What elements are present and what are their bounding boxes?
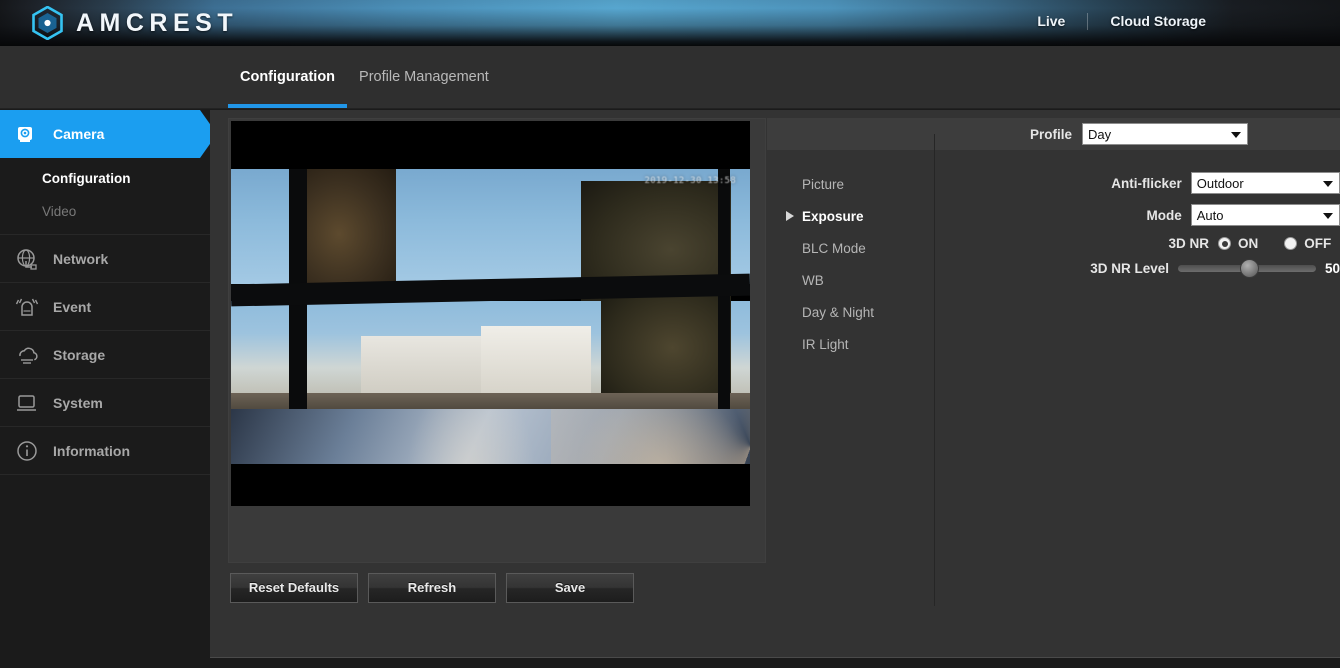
tab-profile-management[interactable]: Profile Management [347, 46, 501, 108]
3d-nr-on-label: ON [1238, 236, 1259, 251]
cloud-storage-link[interactable]: Cloud Storage [1088, 9, 1228, 33]
anti-flicker-value: Outdoor [1196, 175, 1244, 191]
reset-defaults-button[interactable]: Reset Defaults [230, 573, 358, 603]
sidebar-item-storage[interactable]: Storage [0, 331, 210, 379]
live-link[interactable]: Live [1015, 9, 1087, 33]
brand-logo: AMCREST [32, 5, 239, 41]
sidebar-item-event[interactable]: Event [0, 283, 210, 331]
sidebar-item-system[interactable]: System [0, 379, 210, 427]
profile-bar: Profile Day [767, 118, 1340, 150]
sidebar-item-information[interactable]: Information [0, 427, 210, 475]
sidebar-subitem-configuration-label: Configuration [42, 171, 131, 186]
subnav-item-exposure[interactable]: Exposure [780, 200, 920, 232]
anti-flicker-select[interactable]: Outdoor [1190, 172, 1340, 194]
network-globe-icon [14, 246, 40, 272]
tab-configuration[interactable]: Configuration [228, 46, 348, 108]
app-header: AMCREST Live Cloud Storage [0, 0, 1340, 46]
mode-label: Mode [1146, 207, 1182, 223]
sidebar-item-system-label: System [53, 394, 103, 411]
save-button[interactable]: Save [506, 573, 634, 603]
anti-flicker-row: Anti-flicker Outdoor [950, 172, 1340, 194]
settings-subnav: Picture Exposure BLC Mode WB Day & Night… [780, 168, 920, 360]
sidebar-item-storage-label: Storage [53, 346, 106, 363]
subnav-item-blc-mode[interactable]: BLC Mode [780, 232, 920, 264]
chevron-down-icon [1323, 181, 1333, 187]
sidebar-subitem-configuration[interactable]: Configuration [0, 162, 210, 195]
subnav-item-day-and-night[interactable]: Day & Night [780, 296, 920, 328]
sidebar: Camera Configuration Video Network Event… [0, 110, 217, 658]
refresh-button[interactable]: Refresh [368, 573, 496, 603]
subnav-item-day-and-night-label: Day & Night [802, 304, 875, 320]
tab-bar: Configuration Profile Management [0, 46, 1340, 109]
storage-cloud-icon [14, 342, 40, 368]
profile-select[interactable]: Day [1082, 123, 1248, 145]
action-button-row: Reset Defaults Refresh Save [230, 573, 634, 603]
camera-icon [14, 121, 40, 147]
system-monitor-icon [14, 390, 40, 416]
header-links: Live Cloud Storage [1015, 9, 1228, 33]
sidebar-item-network-label: Network [53, 250, 109, 267]
3d-nr-level-row: 3D NR Level 50 [950, 259, 1340, 278]
brand-name: AMCREST [76, 9, 239, 37]
sidebar-item-network[interactable]: Network [0, 235, 210, 283]
subnav-item-picture[interactable]: Picture [780, 168, 920, 200]
chevron-down-icon [1323, 213, 1333, 219]
mode-row: Mode Auto [950, 204, 1340, 226]
camera-live-preview[interactable]: 2019-12-30 13:58 [231, 121, 750, 506]
page-bottom-strip [0, 658, 1340, 668]
3d-nr-radio-group: ON OFF [1218, 236, 1331, 251]
sidebar-item-information-label: Information [53, 442, 130, 459]
3d-nr-level-slider-handle[interactable] [1239, 259, 1259, 278]
3d-nr-label: 3D NR [1168, 236, 1209, 251]
tab-profile-management-label: Profile Management [359, 69, 489, 85]
3d-nr-on-radio[interactable] [1218, 237, 1231, 250]
mode-value: Auto [1196, 207, 1224, 223]
subnav-item-wb-label: WB [802, 272, 824, 288]
3d-nr-level-value: 50 [1324, 261, 1340, 276]
sidebar-item-camera-label: Camera [53, 126, 105, 142]
3d-nr-level-slider[interactable] [1177, 259, 1316, 278]
content-panel: Profile Day 2019-12-30 13:58 Reset Defau… [210, 110, 1340, 658]
subnav-item-wb[interactable]: WB [780, 264, 920, 296]
subnav-item-ir-light-label: IR Light [802, 336, 849, 352]
subnav-item-blc-mode-label: BLC Mode [802, 240, 866, 256]
sidebar-subitem-video[interactable]: Video [0, 195, 210, 228]
sidebar-item-camera[interactable]: Camera [0, 110, 217, 158]
exposure-settings-form: Anti-flicker Outdoor Mode Auto 3D NR ON … [950, 172, 1340, 286]
tab-configuration-label: Configuration [240, 69, 336, 85]
3d-nr-row: 3D NR ON OFF [950, 236, 1340, 251]
mode-select[interactable]: Auto [1190, 204, 1340, 226]
amcrest-hexagon-logo-icon [32, 5, 63, 41]
anti-flicker-label: Anti-flicker [1111, 175, 1182, 191]
subnav-item-ir-light[interactable]: IR Light [780, 328, 920, 360]
panel-divider [934, 134, 935, 606]
profile-label: Profile [1029, 126, 1072, 142]
3d-nr-off-label: OFF [1304, 236, 1332, 251]
3d-nr-level-slider-wrap: 50 [1177, 259, 1340, 278]
event-bell-icon [14, 294, 40, 320]
subnav-item-exposure-label: Exposure [802, 208, 864, 224]
3d-nr-level-label: 3D NR Level [1090, 261, 1169, 276]
profile-select-value: Day [1088, 126, 1112, 142]
subnav-item-picture-label: Picture [802, 176, 845, 192]
chevron-down-icon [1231, 132, 1241, 138]
sidebar-subgroup-camera: Configuration Video [0, 158, 210, 235]
video-timestamp-overlay: 2019-12-30 13:58 [644, 176, 736, 186]
sidebar-item-event-label: Event [53, 298, 92, 315]
sidebar-subitem-video-label: Video [42, 204, 77, 219]
information-circle-icon [14, 438, 40, 464]
video-preview-card: 2019-12-30 13:58 [228, 118, 766, 563]
3d-nr-off-radio[interactable] [1284, 237, 1298, 250]
